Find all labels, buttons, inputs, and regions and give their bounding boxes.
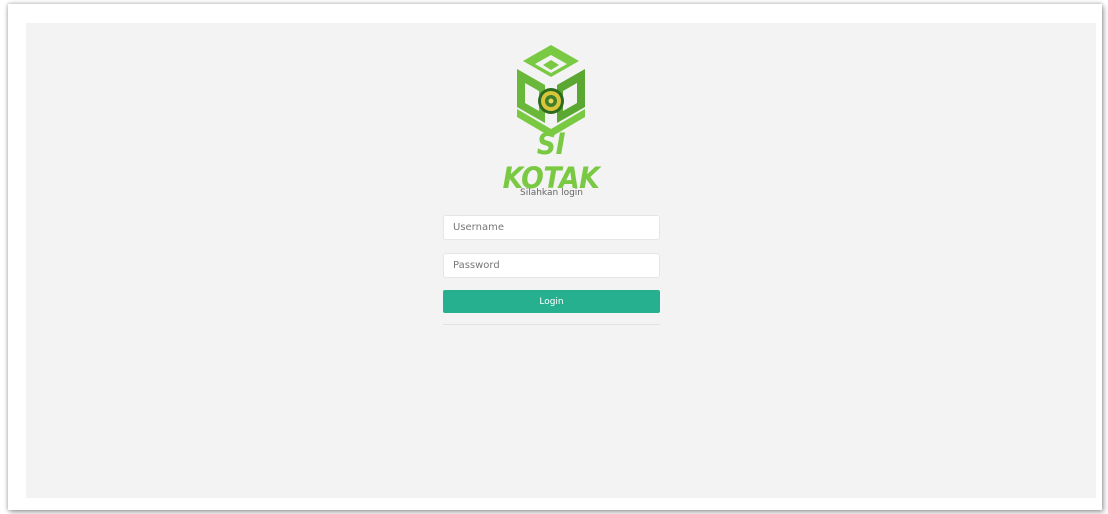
login-page: SI KOTAK Silahkan login Login — [26, 23, 1096, 498]
username-input[interactable] — [443, 215, 660, 240]
logo-text: SI KOTAK — [502, 127, 600, 195]
form-divider — [443, 324, 660, 325]
password-input[interactable] — [443, 253, 660, 278]
login-button[interactable]: Login — [443, 290, 660, 313]
screenshot-frame: SI KOTAK Silahkan login Login — [8, 4, 1102, 510]
brand-logo: SI KOTAK — [495, 43, 607, 195]
login-prompt: Silahkan login — [520, 188, 583, 198]
